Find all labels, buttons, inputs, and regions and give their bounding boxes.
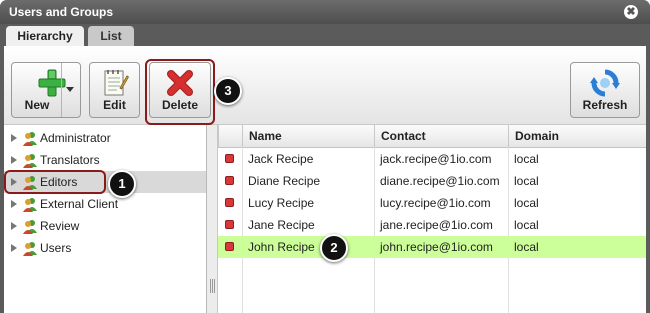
- user-icon: [225, 242, 234, 251]
- refresh-button-label: Refresh: [582, 98, 628, 112]
- delete-button-highlight: [145, 59, 215, 125]
- cell-name: Lucy Recipe: [248, 196, 315, 210]
- expand-arrow-icon[interactable]: [11, 134, 17, 142]
- expand-arrow-icon[interactable]: [11, 200, 17, 208]
- tree-item-translators[interactable]: Translators: [4, 149, 206, 171]
- cell-contact: jack.recipe@1io.com: [380, 152, 492, 166]
- tab-strip: Hierarchy List: [0, 24, 650, 46]
- tab-hierarchy[interactable]: Hierarchy: [6, 26, 84, 46]
- tree-item-external-client[interactable]: External Client: [4, 193, 206, 215]
- cell-domain: local: [514, 218, 539, 232]
- edit-button[interactable]: Edit: [89, 62, 140, 118]
- user-group-icon: [22, 152, 38, 171]
- cell-contact: john.recipe@1io.com: [380, 240, 493, 254]
- plus-icon: [37, 68, 67, 101]
- cell-name: Jane Recipe: [248, 218, 315, 232]
- chevron-down-icon[interactable]: [66, 87, 74, 92]
- cell-domain: local: [514, 240, 539, 254]
- table-row[interactable]: Jack Recipe jack.recipe@1io.com local: [218, 148, 646, 170]
- edit-button-label: Edit: [103, 98, 126, 112]
- callout-1: 1: [108, 170, 136, 198]
- users-and-groups-window: Users and Groups ✖ Hierarchy List New Ed…: [0, 0, 650, 313]
- user-icon: [225, 220, 234, 229]
- cell-name: Jack Recipe: [248, 152, 314, 166]
- table-row[interactable]: Jane Recipe jane.recipe@1io.com local: [218, 214, 646, 236]
- tree-item-users[interactable]: Users: [4, 237, 206, 259]
- cell-contact: diane.recipe@1io.com: [380, 174, 500, 188]
- title-bar: Users and Groups ✖: [0, 0, 650, 24]
- notepad-icon: [101, 68, 129, 101]
- tree-item-label: Translators: [40, 153, 100, 167]
- new-button[interactable]: New: [11, 62, 81, 118]
- panel-splitter[interactable]: [207, 125, 218, 313]
- cell-domain: local: [514, 174, 539, 188]
- user-group-icon: [22, 196, 38, 215]
- tab-list[interactable]: List: [88, 26, 134, 46]
- user-group-icon: [22, 240, 38, 259]
- column-header-name[interactable]: Name: [242, 125, 374, 147]
- refresh-button[interactable]: Refresh: [570, 62, 640, 118]
- expand-arrow-icon[interactable]: [11, 244, 17, 252]
- cell-name: John Recipe: [248, 240, 315, 254]
- column-header-domain[interactable]: Domain: [508, 125, 646, 147]
- tree-item-administrator[interactable]: Administrator: [4, 127, 206, 149]
- table-row[interactable]: Diane Recipe diane.recipe@1io.com local: [218, 170, 646, 192]
- window-title: Users and Groups: [9, 5, 114, 19]
- user-icon: [225, 154, 234, 163]
- close-icon[interactable]: ✖: [624, 5, 638, 19]
- hierarchy-panel: New Edit Delete 3 Refresh Administrator …: [4, 46, 646, 313]
- user-icon: [225, 176, 234, 185]
- column-header-contact[interactable]: Contact: [374, 125, 508, 147]
- expand-arrow-icon[interactable]: [11, 222, 17, 230]
- editors-highlight: [4, 170, 106, 194]
- tree-item-label: Administrator: [40, 131, 111, 145]
- members-grid: Name Contact Domain Jack Recipe jack.rec…: [218, 125, 646, 313]
- table-row[interactable]: Lucy Recipe lucy.recipe@1io.com local: [218, 192, 646, 214]
- user-icon: [225, 198, 234, 207]
- tree-item-label: Review: [40, 219, 80, 233]
- tree-item-label: External Client: [40, 197, 119, 211]
- table-row-selected[interactable]: John Recipe john.recipe@1io.com local: [218, 236, 646, 258]
- cell-domain: local: [514, 196, 539, 210]
- new-button-label: New: [24, 98, 50, 112]
- cell-contact: lucy.recipe@1io.com: [380, 196, 491, 210]
- callout-2: 2: [320, 234, 348, 262]
- tree-item-review[interactable]: Review: [4, 215, 206, 237]
- header-icon-column: [218, 125, 242, 147]
- expand-arrow-icon[interactable]: [11, 156, 17, 164]
- toolbar: New Edit Delete 3 Refresh: [4, 46, 646, 125]
- grid-header: Name Contact Domain: [218, 125, 646, 148]
- user-group-icon: [22, 130, 38, 149]
- refresh-icon: [590, 68, 620, 101]
- group-tree: Administrator Translators Editors Extern…: [4, 125, 207, 313]
- tree-item-label: Users: [40, 241, 72, 255]
- splitter-grip-icon[interactable]: [210, 279, 215, 293]
- cell-domain: local: [514, 152, 539, 166]
- cell-contact: jane.recipe@1io.com: [380, 218, 493, 232]
- cell-name: Diane Recipe: [248, 174, 321, 188]
- user-group-icon: [22, 218, 38, 237]
- callout-3: 3: [214, 77, 242, 105]
